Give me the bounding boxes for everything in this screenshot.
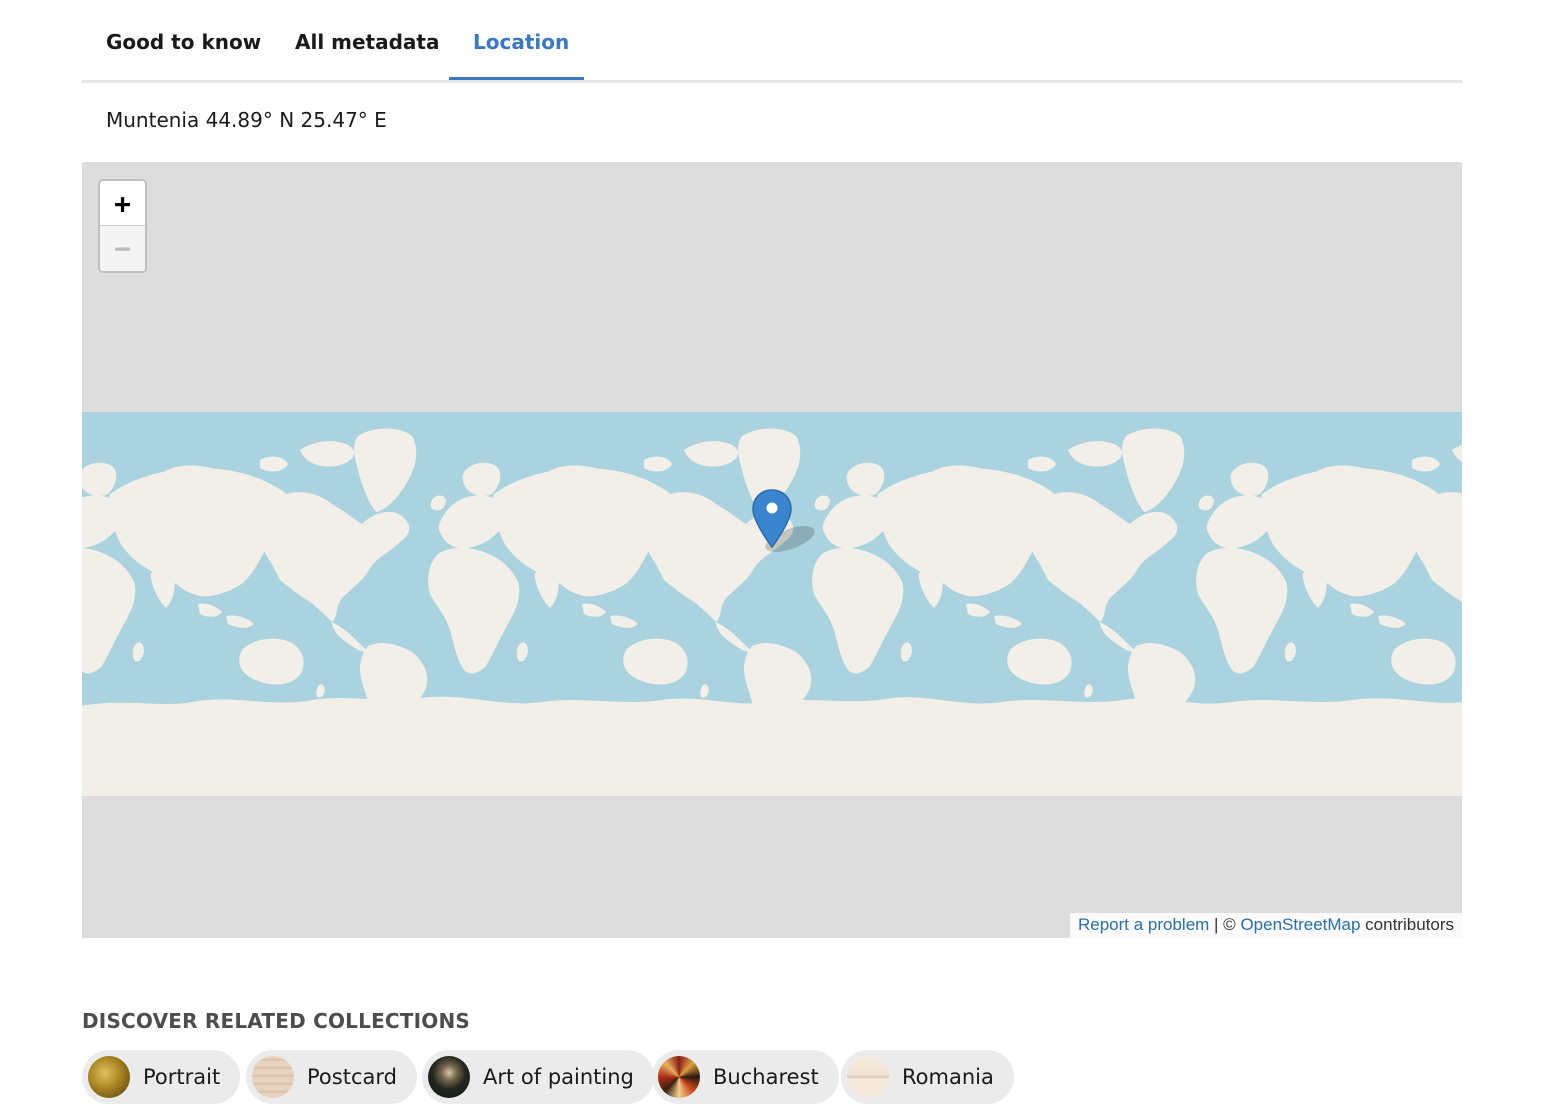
map-pin-icon[interactable] [752,489,832,557]
location-coordinates: Muntenia 44.89° N 25.47° E [106,108,387,132]
tab-good-to-know[interactable]: Good to know [106,30,261,54]
bucharest-thumbnail [658,1056,700,1098]
chip-label: Bucharest [713,1065,819,1089]
collection-chip-bucharest[interactable]: Bucharest [652,1050,839,1104]
world-map-graphic [82,428,1462,796]
attribution-suffix: contributors [1360,915,1454,934]
tab-all-metadata[interactable]: All metadata [295,30,439,54]
collection-chip-postcard[interactable]: Postcard [246,1050,417,1104]
collection-chip-portrait[interactable]: Portrait [82,1050,241,1104]
active-tab-indicator [449,77,584,80]
map-attribution: Report a problem | © OpenStreetMap contr… [1069,913,1462,938]
location-map[interactable]: + − Report a problem | © OpenStreetMap c… [82,162,1462,938]
world-map-tiles[interactable] [82,412,1462,796]
postcard-thumbnail [252,1056,294,1098]
collection-chip-romania[interactable]: Romania [841,1050,1014,1104]
portrait-thumbnail [88,1056,130,1098]
collection-chip-art-of-painting[interactable]: Art of painting [422,1050,654,1104]
attribution-separator: | © [1209,915,1241,934]
zoom-in-button[interactable]: + [100,181,145,226]
tab-bar: Good to know All metadata Location [82,0,1462,83]
openstreetmap-link[interactable]: OpenStreetMap [1240,915,1360,934]
painting-thumbnail [428,1056,470,1098]
tab-location[interactable]: Location [473,30,569,54]
zoom-out-button[interactable]: − [100,226,145,271]
chip-label: Romania [902,1065,994,1089]
romania-thumbnail [847,1056,889,1098]
chip-label: Art of painting [483,1065,634,1089]
report-problem-link[interactable]: Report a problem [1078,915,1209,934]
chip-label: Portrait [143,1065,221,1089]
related-collections-heading: DISCOVER RELATED COLLECTIONS [82,1009,471,1033]
chip-label: Postcard [307,1065,397,1089]
zoom-control: + − [98,179,147,273]
